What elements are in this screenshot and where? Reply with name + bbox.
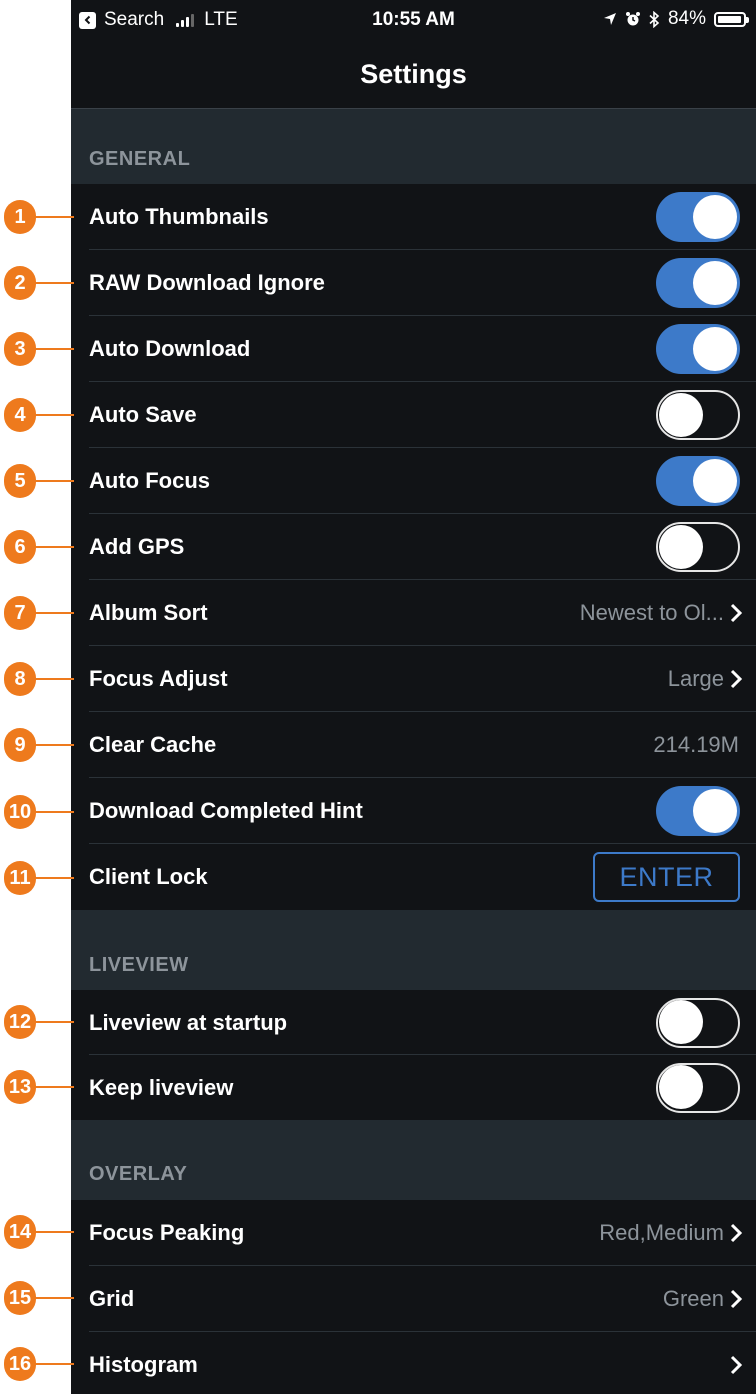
add-gps-toggle[interactable] — [656, 522, 740, 572]
setting-label: Auto Thumbnails — [89, 204, 269, 229]
alarm-icon — [625, 12, 640, 26]
chevron-right-icon — [730, 603, 742, 623]
callout-marker: 6 — [0, 530, 74, 564]
raw-download-ignore-toggle[interactable] — [656, 258, 740, 308]
liveview-at-startup-toggle[interactable] — [656, 997, 740, 1048]
auto-download-toggle[interactable] — [656, 324, 740, 374]
callout-marker: 5 — [0, 464, 74, 498]
overlay-group: Focus Peaking Red,Medium Grid Green Hist… — [71, 1200, 756, 1394]
setting-row-auto-focus: Auto Focus — [71, 448, 756, 514]
callout-marker: 9 — [0, 728, 74, 762]
setting-label: Auto Focus — [89, 468, 210, 493]
section-title: LIVEVIEW — [89, 954, 189, 976]
battery-percent: 84% — [667, 8, 706, 29]
general-group: Auto Thumbnails RAW Download Ignore Auto… — [71, 184, 756, 910]
section-title: OVERLAY — [89, 1163, 188, 1185]
client-lock-enter-button[interactable]: ENTER — [593, 852, 740, 902]
callout-marker: 3 — [0, 332, 74, 366]
callout-marker: 1 — [0, 200, 74, 234]
chevron-right-icon — [730, 669, 742, 689]
auto-focus-toggle[interactable] — [656, 456, 740, 506]
setting-row-client-lock: Client Lock ENTER — [71, 844, 756, 910]
setting-row-focus-adjust[interactable]: Focus Adjust Large — [71, 646, 756, 712]
status-bar: Search LTE 10:55 AM 84% — [71, 0, 756, 40]
chevron-right-icon — [730, 1355, 742, 1375]
callout-marker: 15 — [0, 1281, 74, 1315]
auto-save-toggle[interactable] — [656, 390, 740, 440]
setting-label: Focus Peaking — [89, 1220, 245, 1245]
setting-row-album-sort[interactable]: Album Sort Newest to Ol... — [71, 580, 756, 646]
callout-marker: 4 — [0, 398, 74, 432]
callout-marker: 8 — [0, 662, 74, 696]
setting-row-keep-liveview: Keep liveview — [71, 1055, 756, 1120]
callout-marker: 14 — [0, 1215, 74, 1249]
setting-row-grid[interactable]: Grid Green — [71, 1266, 756, 1332]
callout-marker: 13 — [0, 1070, 74, 1104]
section-title: GENERAL — [89, 148, 191, 170]
settings-screen: Search LTE 10:55 AM 84% Settings GENERAL… — [71, 0, 756, 1394]
setting-label: Keep liveview — [89, 1074, 234, 1100]
setting-label: RAW Download Ignore — [89, 270, 325, 295]
setting-row-auto-thumbnails: Auto Thumbnails — [71, 184, 756, 250]
chevron-right-icon — [730, 1223, 742, 1243]
location-icon — [603, 13, 616, 25]
battery-icon — [714, 11, 749, 27]
setting-label: Client Lock — [89, 864, 208, 889]
setting-row-raw-download-ignore: RAW Download Ignore — [71, 250, 756, 316]
callout-marker: 11 — [0, 861, 74, 895]
callout-marker: 16 — [0, 1347, 74, 1381]
setting-label: Grid — [89, 1286, 135, 1311]
setting-row-auto-save: Auto Save — [71, 382, 756, 448]
setting-label: Clear Cache — [89, 732, 217, 757]
focus-adjust-value: Large — [667, 666, 724, 691]
keep-liveview-toggle[interactable] — [656, 1062, 740, 1113]
setting-label: Download Completed Hint — [89, 798, 363, 823]
callout-marker: 12 — [0, 1005, 74, 1039]
page-title: Settings — [360, 58, 467, 89]
callout-marker: 7 — [0, 596, 74, 630]
setting-label: Auto Save — [89, 402, 197, 427]
setting-label: Add GPS — [89, 534, 185, 559]
setting-row-focus-peaking[interactable]: Focus Peaking Red,Medium — [71, 1200, 756, 1266]
callout-marker: 2 — [0, 266, 74, 300]
setting-row-clear-cache[interactable]: Clear Cache 214.19M — [71, 712, 756, 778]
chevron-right-icon — [730, 1289, 742, 1309]
setting-row-histogram[interactable]: Histogram — [71, 1332, 756, 1394]
setting-row-liveview-at-startup: Liveview at startup — [71, 990, 756, 1055]
setting-row-auto-download: Auto Download — [71, 316, 756, 382]
auto-thumbnails-toggle[interactable] — [656, 192, 740, 242]
bluetooth-icon — [649, 10, 660, 28]
callout-marker: 10 — [0, 795, 74, 829]
focus-peaking-value: Red,Medium — [599, 1220, 724, 1245]
section-header-liveview: LIVEVIEW — [71, 910, 756, 990]
setting-label: Album Sort — [89, 600, 208, 625]
setting-label: Focus Adjust — [89, 666, 228, 691]
section-header-overlay: OVERLAY — [71, 1120, 756, 1200]
download-completed-hint-toggle[interactable] — [656, 786, 740, 836]
setting-label: Auto Download — [89, 336, 251, 361]
setting-label: Histogram — [89, 1352, 198, 1377]
setting-label: Liveview at startup — [89, 1009, 288, 1035]
liveview-group: Liveview at startup Keep liveview — [71, 990, 756, 1120]
setting-row-add-gps: Add GPS — [71, 514, 756, 580]
grid-value: Green — [662, 1286, 724, 1311]
setting-row-download-completed-hint: Download Completed Hint — [71, 778, 756, 844]
album-sort-value: Newest to Ol... — [579, 600, 724, 625]
section-header-general: GENERAL — [71, 108, 756, 184]
cache-size-value: 214.19M — [653, 732, 739, 757]
nav-bar: Settings — [71, 40, 756, 109]
